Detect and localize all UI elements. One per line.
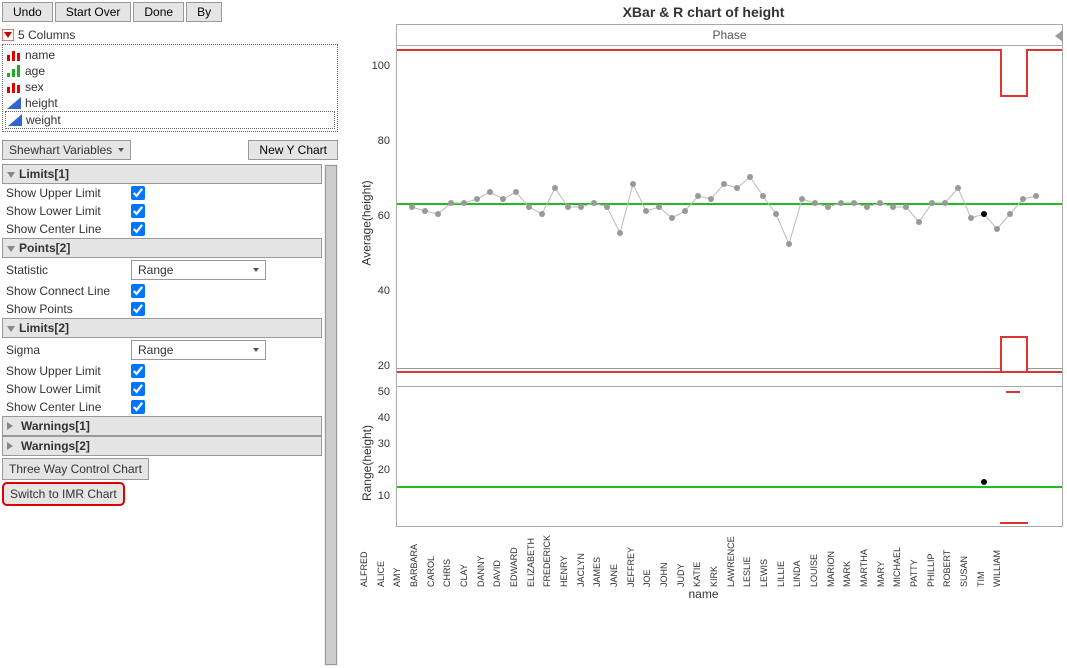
statistic-select[interactable]: Range — [131, 260, 266, 280]
x-tick-label: WILLIAM — [992, 550, 1044, 587]
continuous-icon — [7, 97, 21, 109]
limits2-upper-checkbox[interactable] — [131, 364, 145, 378]
points2-connect: Show Connect Line — [2, 282, 322, 300]
range-series — [397, 387, 1062, 526]
section-limits2[interactable]: Limits[2] — [2, 318, 322, 338]
columns-count: 5 Columns — [18, 28, 75, 42]
column-label: height — [25, 96, 58, 110]
ytick: 40 — [378, 412, 390, 424]
collapse-icon[interactable] — [1055, 30, 1063, 42]
phase-header: Phase — [396, 24, 1063, 46]
ytick: 50 — [378, 386, 390, 398]
column-item-sex[interactable]: sex — [5, 79, 335, 95]
x-axis-names: ALFREDALICEAMYBARBARACAROLCHRISCLAYDANNY… — [396, 527, 1063, 587]
chart-type-select[interactable]: Shewhart Variables — [2, 140, 131, 160]
y2-axis-label: Range(height) — [360, 425, 374, 501]
limits1-lower: Show Lower Limit — [2, 202, 322, 220]
columns-menu-icon[interactable] — [2, 29, 14, 41]
section-points2[interactable]: Points[2] — [2, 238, 322, 258]
section-limits1[interactable]: Limits[1] — [2, 164, 322, 184]
xbar-series — [397, 46, 1062, 386]
continuous-icon — [8, 114, 22, 126]
y1-axis-label: Average(height) — [360, 180, 374, 265]
column-label: name — [25, 48, 55, 62]
column-item-name[interactable]: name — [5, 47, 335, 63]
xbar-chart[interactable] — [397, 46, 1062, 386]
limits1-center: Show Center Line — [2, 220, 322, 238]
limits1-lower-checkbox[interactable] — [131, 204, 145, 218]
section-warnings1[interactable]: Warnings[1] — [2, 416, 322, 436]
ordinal-icon — [7, 65, 21, 77]
new-y-chart-button[interactable]: New Y Chart — [248, 140, 338, 160]
columns-list: name age sex height weight — [2, 44, 338, 132]
column-item-age[interactable]: age — [5, 63, 335, 79]
ytick: 100 — [372, 60, 390, 72]
ytick: 20 — [378, 360, 390, 372]
column-label: weight — [26, 113, 61, 127]
nominal-icon — [7, 49, 21, 61]
column-label: sex — [25, 80, 44, 94]
range-chart[interactable] — [397, 386, 1062, 526]
column-item-weight[interactable]: weight — [5, 111, 335, 129]
ytick: 80 — [378, 135, 390, 147]
undo-button[interactable]: Undo — [2, 2, 53, 22]
by-button[interactable]: By — [186, 2, 222, 22]
options-scrollbar[interactable] — [324, 164, 338, 666]
ytick: 10 — [378, 490, 390, 502]
three-way-button[interactable]: Three Way Control Chart — [2, 458, 149, 480]
section-warnings2[interactable]: Warnings[2] — [2, 436, 322, 456]
limits2-upper: Show Upper Limit — [2, 362, 322, 380]
connect-line-checkbox[interactable] — [131, 284, 145, 298]
limits1-upper-checkbox[interactable] — [131, 186, 145, 200]
limits2-center: Show Center Line — [2, 398, 322, 416]
limits2-lower: Show Lower Limit — [2, 380, 322, 398]
points2-showpts: Show Points — [2, 300, 322, 318]
ytick: 30 — [378, 438, 390, 450]
show-points-checkbox[interactable] — [131, 302, 145, 316]
ytick: 40 — [378, 285, 390, 297]
limits2-lower-checkbox[interactable] — [131, 382, 145, 396]
ytick: 60 — [378, 210, 390, 222]
limits1-upper: Show Upper Limit — [2, 184, 322, 202]
limits2-center-checkbox[interactable] — [131, 400, 145, 414]
sigma-select[interactable]: Range — [131, 340, 266, 360]
limits1-center-checkbox[interactable] — [131, 222, 145, 236]
column-item-height[interactable]: height — [5, 95, 335, 111]
switch-imr-button[interactable]: Switch to IMR Chart — [2, 482, 125, 506]
chart-title: XBar & R chart of height — [344, 4, 1063, 20]
column-label: age — [25, 64, 45, 78]
ytick: 20 — [378, 464, 390, 476]
points2-statistic: Statistic Range — [2, 258, 322, 282]
limits2-sigma: Sigma Range — [2, 338, 322, 362]
x-axis-label: name — [344, 587, 1063, 601]
done-button[interactable]: Done — [133, 2, 184, 22]
nominal-icon — [7, 81, 21, 93]
start-over-button[interactable]: Start Over — [55, 2, 132, 22]
